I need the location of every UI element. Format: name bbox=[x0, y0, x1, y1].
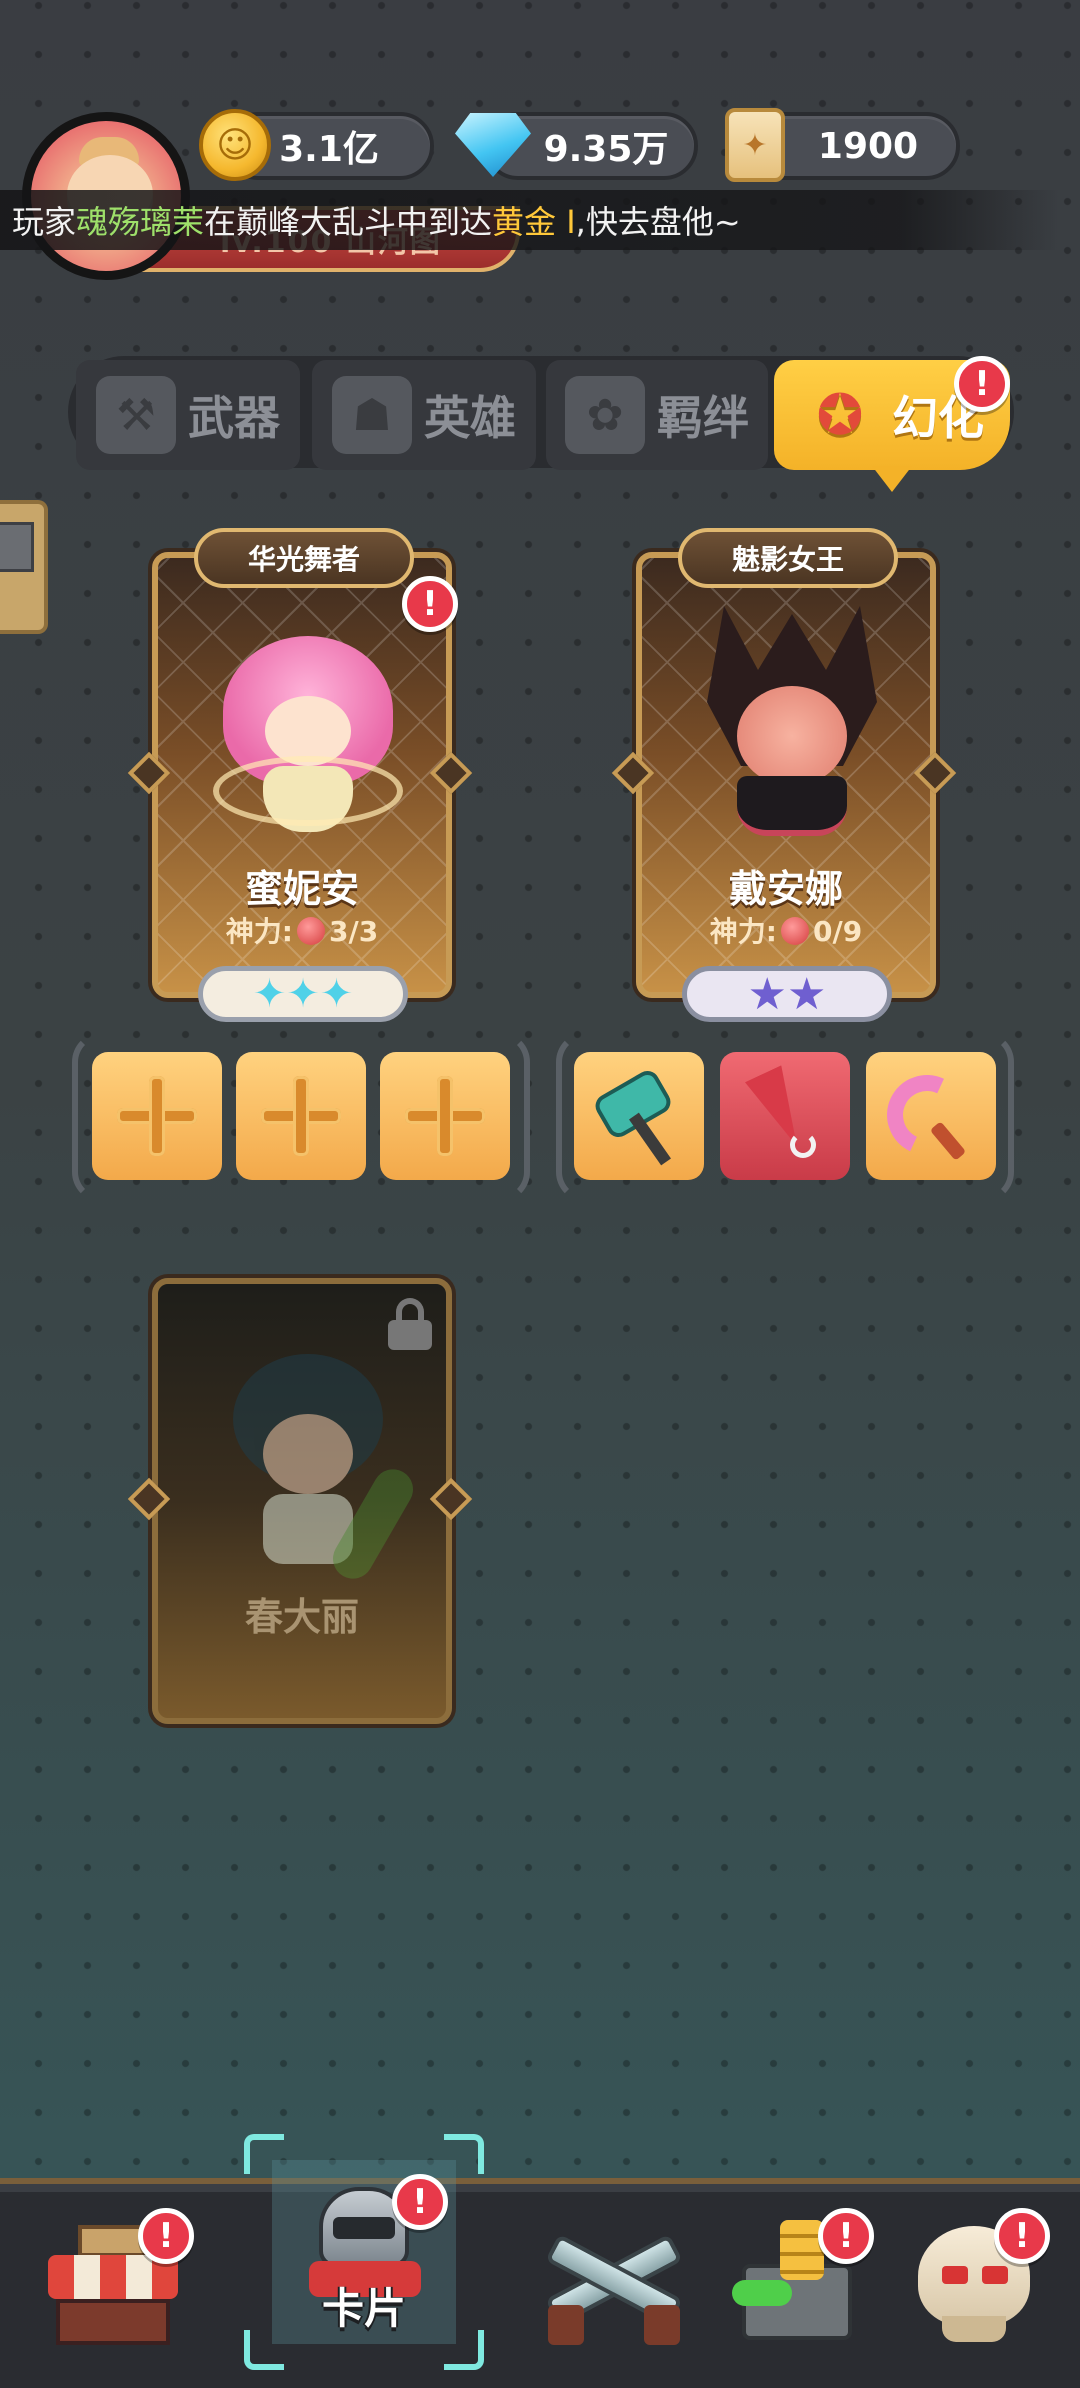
empty-equip-slot[interactable] bbox=[236, 1052, 366, 1180]
nav-boss-badge: ! bbox=[994, 2208, 1050, 2264]
equip-slot-umbrella[interactable] bbox=[720, 1052, 850, 1180]
card-character-name: 蜜妮安 bbox=[244, 867, 359, 911]
nav-battle[interactable] bbox=[530, 2200, 700, 2370]
nav-cards-label: 卡片 bbox=[321, 2284, 406, 2333]
diamond-value: 9.35万 bbox=[543, 129, 669, 170]
power-gem-icon bbox=[297, 917, 325, 945]
tab-bond[interactable]: ✿ 羁绊 bbox=[546, 360, 768, 470]
hammer-icon bbox=[591, 1066, 684, 1166]
tentacle-whip-icon bbox=[875, 1063, 981, 1167]
weapon-icon: ⚒ bbox=[96, 376, 176, 454]
transform-icon: ✪ bbox=[816, 382, 864, 448]
nav-shop-badge: ! bbox=[138, 2208, 194, 2264]
card-title-plate: 魅影女王 bbox=[678, 528, 898, 588]
card-character-name: 春大丽 bbox=[244, 1595, 359, 1639]
nav-cards-badge: ! bbox=[392, 2174, 448, 2230]
hero-icon: ☗ bbox=[332, 376, 412, 454]
scroll-value: 1900 bbox=[817, 125, 919, 167]
power-label: 神力: bbox=[225, 915, 293, 948]
nav-treasury-badge: ! bbox=[818, 2208, 874, 2264]
tab-weapon[interactable]: ⚒ 武器 bbox=[76, 360, 300, 470]
gold-coin-icon: ☺ bbox=[196, 106, 274, 184]
announcement-suffix: ,快去盘他~ bbox=[575, 203, 741, 241]
announcement-player-name: 魂殇璃茉 bbox=[76, 203, 205, 241]
minian-portrait bbox=[213, 606, 403, 836]
chundali-portrait bbox=[213, 1344, 421, 1586]
empty-equip-slot[interactable] bbox=[380, 1052, 510, 1180]
gold-value: 3.1亿 bbox=[279, 129, 379, 170]
lock-icon bbox=[388, 1298, 432, 1350]
tab-weapon-label: 武器 bbox=[188, 391, 280, 445]
star-rating: ★★ bbox=[682, 966, 892, 1022]
skin-card-chundali-locked[interactable]: 春大丽 bbox=[152, 1278, 452, 1724]
diana-portrait bbox=[697, 606, 887, 836]
selection-corner bbox=[444, 2134, 484, 2174]
card-title-plate: 华光舞者 bbox=[194, 528, 414, 588]
card-power: 神力: 0/9 bbox=[642, 910, 930, 950]
side-drawer-tab[interactable] bbox=[0, 500, 48, 634]
tab-transform-badge: ! bbox=[954, 356, 1010, 412]
skin-card-diana[interactable]: 魅影女王 戴安娜 神力: 0/9 ★★ bbox=[636, 528, 936, 1022]
power-gem-icon bbox=[781, 917, 809, 945]
empty-equip-slot[interactable] bbox=[92, 1052, 222, 1180]
crossed-guns-icon bbox=[540, 2225, 690, 2345]
bond-icon: ✿ bbox=[565, 376, 645, 454]
equip-slot-hammer[interactable] bbox=[574, 1052, 704, 1180]
umbrella-icon bbox=[740, 1066, 830, 1166]
tab-hero-label: 英雄 bbox=[424, 391, 516, 445]
card-minian-badge: ! bbox=[402, 576, 458, 632]
power-value: 3/3 bbox=[329, 915, 379, 948]
diamond-icon bbox=[454, 106, 532, 184]
announcement-prefix: 玩家 bbox=[12, 203, 77, 241]
tab-hero[interactable]: ☗ 英雄 bbox=[312, 360, 536, 470]
scroll-icon: ✦ bbox=[716, 106, 794, 184]
selection-corner bbox=[244, 2330, 284, 2370]
announcement-rank: 黄金 I bbox=[492, 203, 576, 241]
power-label: 神力: bbox=[709, 915, 777, 948]
card-character-name: 戴安娜 bbox=[728, 867, 843, 911]
card-power: 神力: 3/3 bbox=[158, 910, 446, 950]
announcement-middle: 在巅峰大乱斗中到达 bbox=[204, 203, 493, 241]
equip-slot-tentacle[interactable] bbox=[866, 1052, 996, 1180]
announcement-marquee: 玩家 魂殇璃茉 在巅峰大乱斗中到达 黄金 I ,快去盘他~ bbox=[0, 190, 1060, 250]
power-value: 0/9 bbox=[813, 915, 863, 948]
selection-corner bbox=[244, 2134, 284, 2174]
star-rating: ✦✦✦ bbox=[198, 966, 408, 1022]
tv-icon bbox=[0, 522, 34, 572]
selection-corner bbox=[444, 2330, 484, 2370]
tab-bond-label: 羁绊 bbox=[657, 391, 749, 445]
